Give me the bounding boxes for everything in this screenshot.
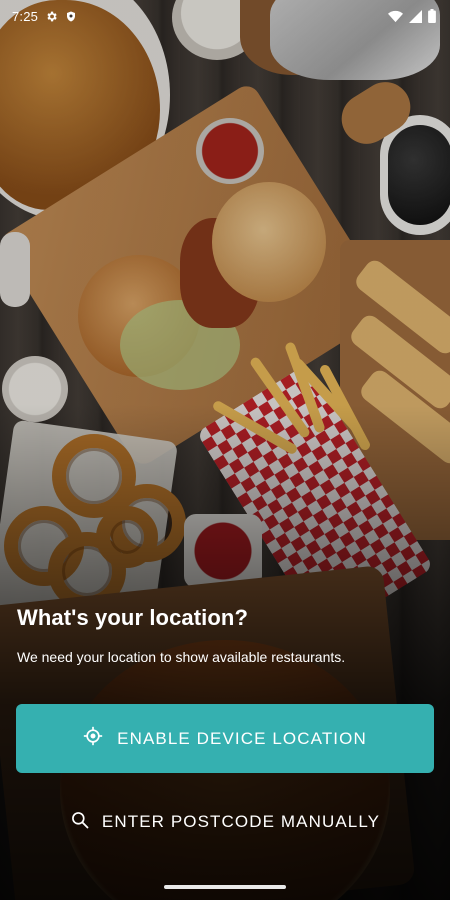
battery-icon [428,9,436,23]
location-permission-screen: 7:25 What's your location? We need your … [0,0,450,900]
page-title: What's your location? [17,605,249,630]
home-indicator[interactable] [164,885,286,889]
enter-postcode-manually-button[interactable]: ENTER POSTCODE MANUALLY [16,798,434,846]
wifi-icon [388,10,403,23]
enable-device-location-label: ENABLE DEVICE LOCATION [117,728,367,748]
status-bar: 7:25 [0,0,450,32]
cellular-signal-icon [409,9,422,23]
status-time: 7:25 [12,8,39,24]
shield-icon [65,10,77,23]
search-icon [70,810,90,835]
page-subtitle: We need your location to show available … [17,649,346,665]
location-target-icon [83,726,103,751]
enable-device-location-button[interactable]: ENABLE DEVICE LOCATION [16,704,434,773]
enter-postcode-manually-label: ENTER POSTCODE MANUALLY [101,812,381,831]
gear-icon [45,10,58,23]
